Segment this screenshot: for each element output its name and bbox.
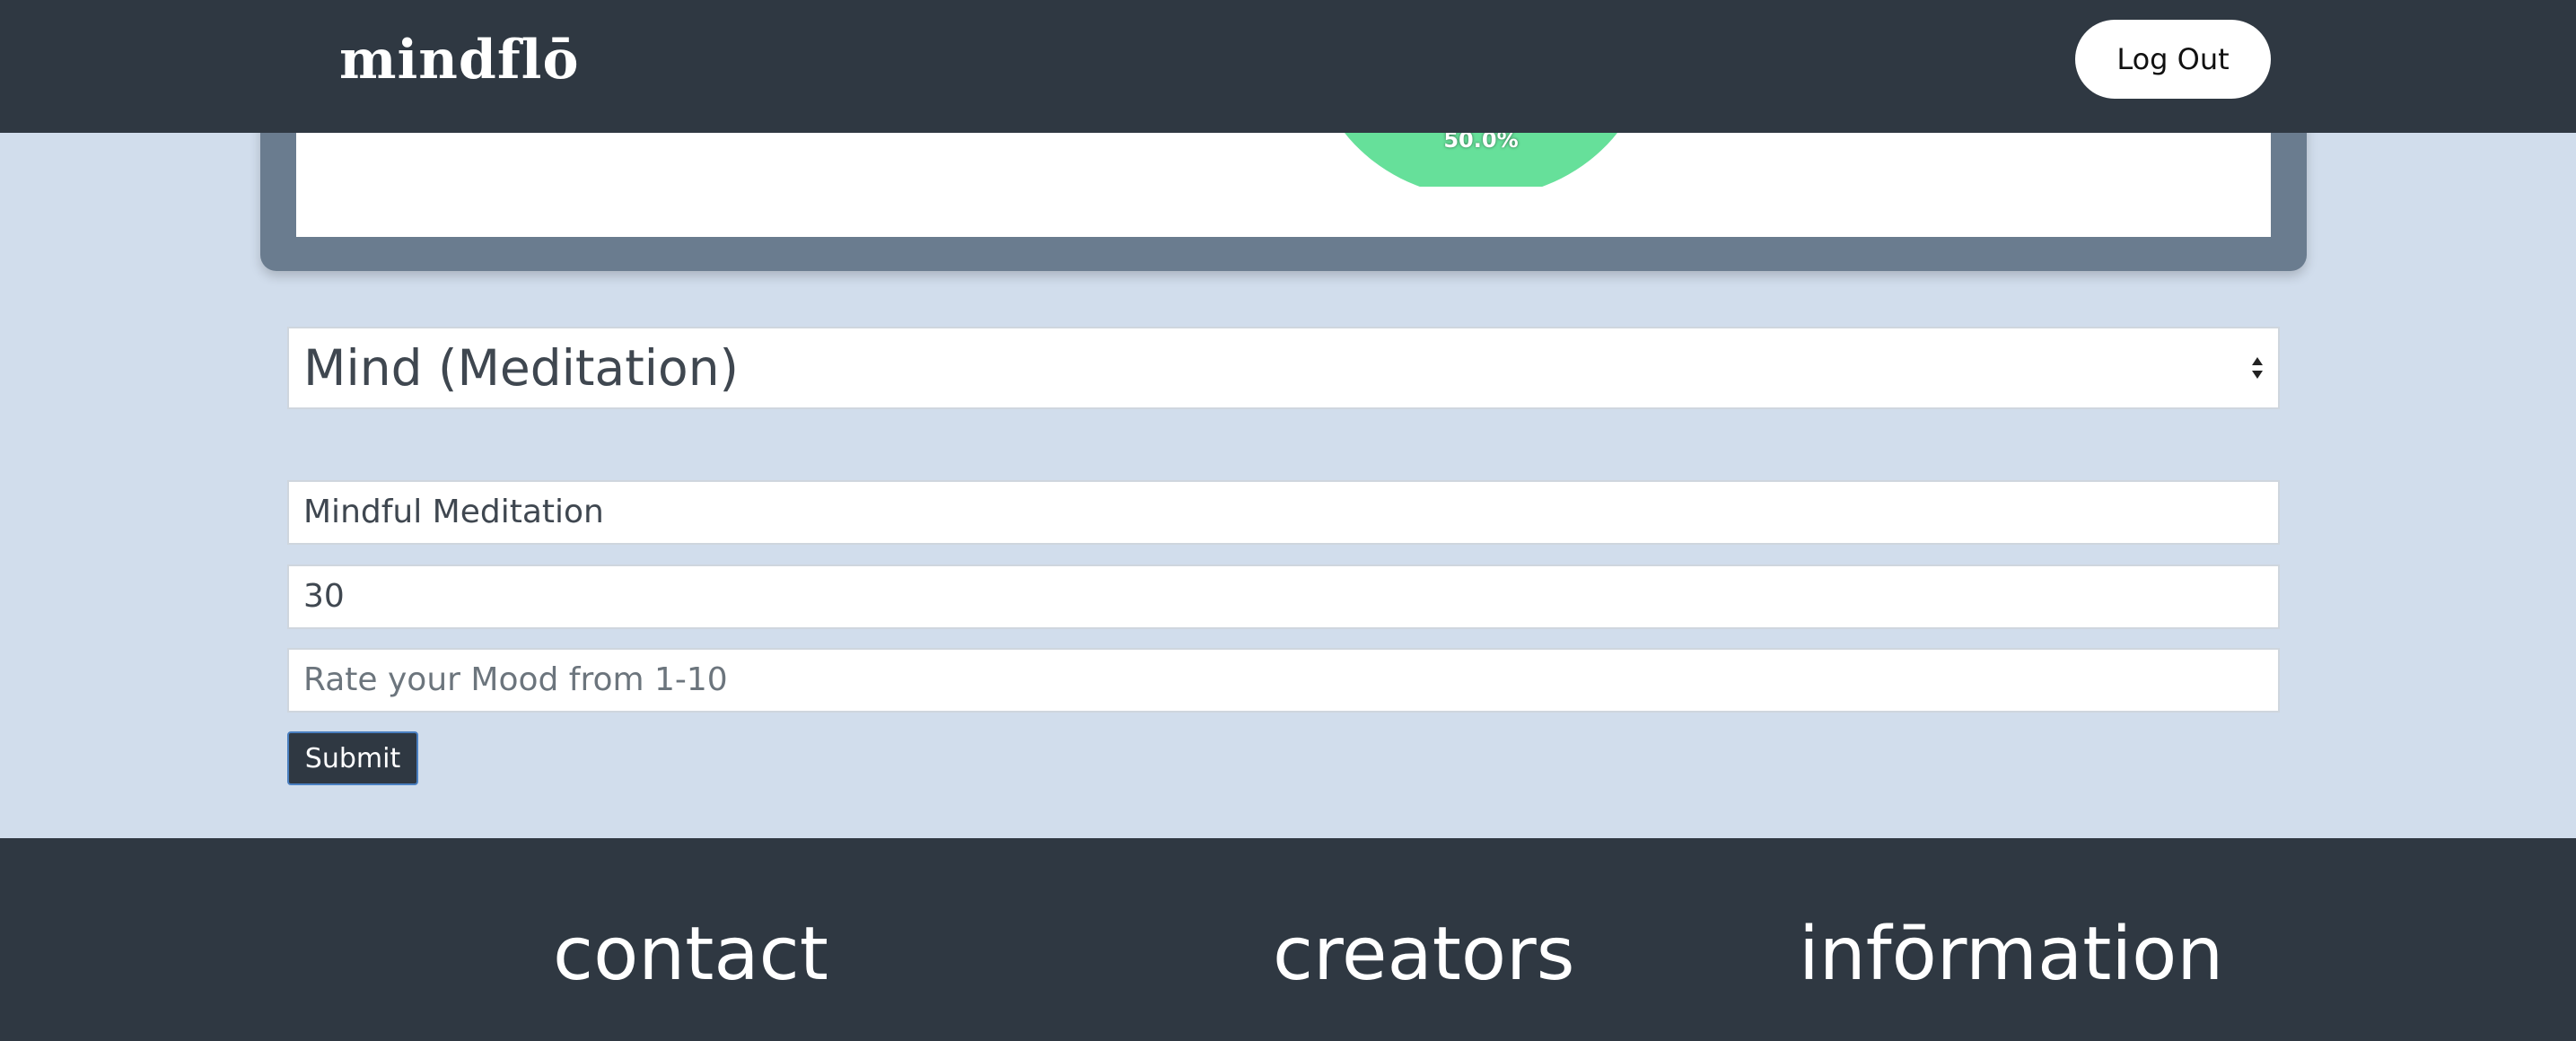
logout-button[interactable]: Log Out xyxy=(2075,20,2271,99)
brand-logo[interactable]: mindflō xyxy=(339,29,579,92)
submit-button[interactable]: Submit xyxy=(287,731,418,785)
footer-contact-heading[interactable]: contact xyxy=(553,912,828,998)
category-select-value: Mind (Meditation) xyxy=(303,339,740,397)
duration-input-value: 30 xyxy=(303,578,345,615)
footer-creators-heading[interactable]: creators xyxy=(1273,912,1574,998)
footer-information-heading[interactable]: infōrmation xyxy=(1799,912,2223,998)
select-arrows-icon xyxy=(2252,357,2263,379)
category-select[interactable]: Mind (Meditation) xyxy=(287,327,2280,409)
navbar: mindflō Log Out xyxy=(0,0,2576,133)
footer: contact creators infōrmation xyxy=(0,838,2576,1041)
activity-input[interactable]: Mindful Meditation xyxy=(287,480,2280,545)
mood-input[interactable]: Rate your Mood from 1-10 xyxy=(287,648,2280,713)
activity-input-value: Mindful Meditation xyxy=(303,494,604,530)
duration-input[interactable]: 30 xyxy=(287,564,2280,629)
mood-input-placeholder: Rate your Mood from 1-10 xyxy=(303,661,728,698)
